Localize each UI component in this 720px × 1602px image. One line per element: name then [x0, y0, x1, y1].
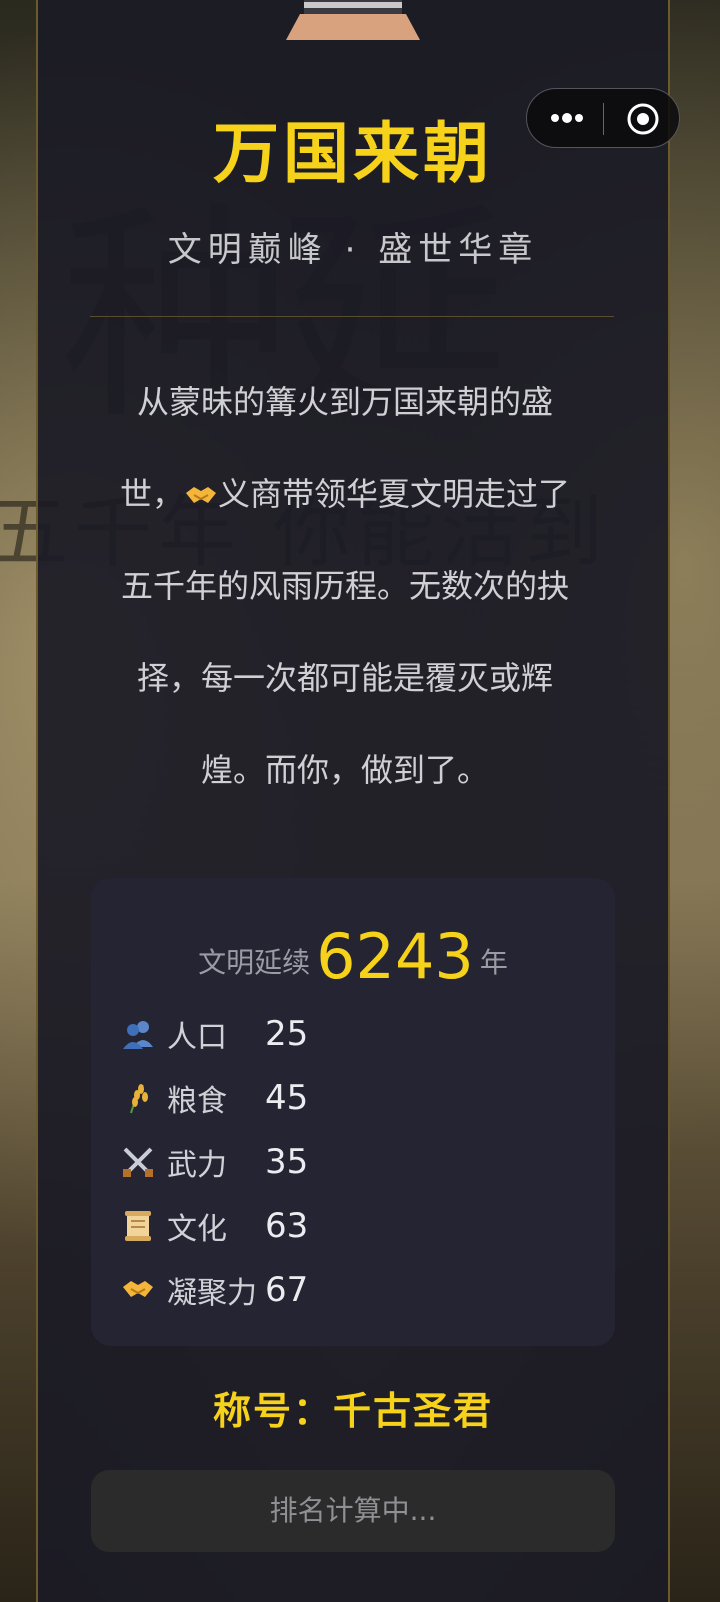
stat-label: 粮食: [167, 1084, 227, 1119]
story-text: 从蒙昧的篝火到万国来朝的盛世， 义商带领华夏文明走过了五千年的风雨历程。无数次的…: [110, 356, 580, 816]
stat-label: 凝聚力: [167, 1276, 257, 1311]
page-title: 万国来朝: [213, 115, 493, 192]
stat-value: 35: [265, 1142, 309, 1182]
stat-row-culture: 文化 63: [121, 1196, 581, 1256]
people-icon: [123, 1021, 153, 1049]
years-suffix: 年: [479, 946, 508, 979]
ranking-status: 排名计算中...: [91, 1470, 615, 1552]
stat-value: 45: [265, 1078, 309, 1118]
pedestal-icon: [286, 0, 420, 40]
stat-value: 63: [265, 1206, 309, 1246]
stat-row-food: 粮食 45: [121, 1068, 581, 1128]
years-value: 6243: [316, 920, 474, 993]
stat-value: 67: [265, 1270, 309, 1310]
divider: [90, 316, 614, 317]
years-prefix: 文明延续: [198, 946, 311, 979]
stat-row-military: 武力 35: [121, 1132, 581, 1192]
handshake-icon: [186, 487, 216, 503]
stat-label: 人口: [167, 1020, 227, 1055]
page-subtitle: 文明巅峰 · 盛世华章: [167, 230, 539, 270]
stats-card: 文明延续6243 年 人口 25 粮食 45 武力 35 文化 63 凝聚力 6…: [91, 878, 615, 1346]
grain-icon: [130, 1084, 148, 1114]
stat-label: 文化: [167, 1212, 227, 1247]
stat-label: 武力: [167, 1148, 227, 1183]
rank-title: 称号：千古圣君: [212, 1389, 493, 1433]
crossed-swords-icon: [123, 1147, 153, 1177]
stat-row-population: 人口 25: [121, 1004, 581, 1064]
stat-row-cohesion: 凝聚力 67: [121, 1260, 581, 1320]
scroll-icon: [125, 1211, 151, 1241]
story-part2: 义商带领华夏文明走过了五千年的风雨历程。无数次的抉择，每一次都可能是覆灭或辉煌。…: [120, 475, 571, 789]
civilization-years: 文明延续6243 年: [91, 920, 615, 993]
stat-value: 25: [265, 1014, 309, 1054]
handshake-icon: [123, 1281, 153, 1297]
